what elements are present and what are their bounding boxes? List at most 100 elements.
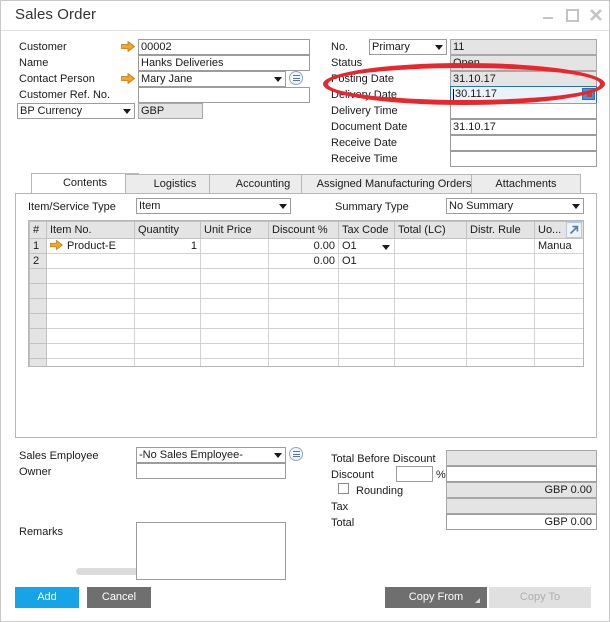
sales-employee-select[interactable]: -No Sales Employee- — [136, 447, 286, 463]
table-row-empty[interactable] — [30, 314, 584, 329]
document-date-field[interactable]: 31.10.17 — [450, 119, 597, 135]
sales-employee-label: Sales Employee — [19, 449, 99, 463]
delivery-time-label: Delivery Time — [331, 104, 398, 118]
cell-uom[interactable] — [535, 254, 584, 269]
owner-field[interactable] — [136, 463, 286, 479]
receive-time-label: Receive Time — [331, 152, 398, 166]
rounding-checkbox[interactable] — [338, 483, 349, 494]
copy-to-button: Copy To — [489, 587, 591, 608]
col-unit-price[interactable]: Unit Price — [201, 222, 269, 239]
cell-distr-rule[interactable] — [467, 239, 535, 254]
item-service-type-label: Item/Service Type — [28, 200, 116, 214]
sales-employee-value: -No Sales Employee- — [139, 449, 243, 461]
discount-label: Discount — [331, 468, 374, 482]
table-row-empty[interactable] — [30, 299, 584, 314]
tax-field — [446, 498, 597, 514]
no-label: No. — [331, 40, 348, 54]
summary-type-select[interactable]: No Summary — [446, 198, 584, 214]
remarks-textarea[interactable] — [136, 522, 286, 580]
rounding-label: Rounding — [356, 484, 403, 498]
cell-tax-code-text: O1 — [342, 240, 357, 252]
tax-label: Tax — [331, 500, 348, 514]
cell-tax-code[interactable]: O1 — [339, 254, 395, 269]
table-row-empty[interactable] — [30, 344, 584, 359]
customer-link-arrow-icon[interactable] — [121, 41, 135, 52]
delivery-date-field[interactable]: 30.11.17 — [450, 86, 597, 104]
bp-currency-label: BP Currency — [20, 105, 82, 117]
customer-field[interactable]: 00002 — [138, 39, 310, 55]
table-row[interactable]: 2 0.00 O1 — [30, 254, 584, 269]
name-field[interactable]: Hanks Deliveries — [138, 55, 310, 71]
status-field: Open — [450, 55, 597, 71]
contact-person-link-arrow-icon[interactable] — [121, 73, 135, 84]
page-title: Sales Order — [15, 6, 96, 23]
chevron-down-icon — [123, 109, 131, 114]
delivery-date-label: Delivery Date — [331, 88, 397, 102]
item-link-arrow-icon[interactable] — [50, 240, 63, 253]
chevron-down-icon — [435, 45, 443, 50]
no-series-value: Primary — [372, 41, 410, 53]
summary-type-label: Summary Type — [335, 200, 409, 214]
maximize-icon[interactable] — [563, 6, 581, 24]
col-distr-rule[interactable]: Distr. Rule — [467, 222, 535, 239]
table-header-row: # Item No. Quantity Unit Price Discount … — [30, 222, 584, 239]
cell-uom[interactable]: Manua — [535, 239, 584, 254]
cell-unit-price[interactable] — [201, 239, 269, 254]
receive-time-field[interactable] — [450, 151, 597, 167]
line-items-grid[interactable]: # Item No. Quantity Unit Price Discount … — [28, 220, 584, 367]
col-quantity[interactable]: Quantity — [135, 222, 201, 239]
tab-attachments[interactable]: Attachments — [471, 174, 581, 193]
cell-total-lc[interactable] — [395, 239, 467, 254]
rounding-field: GBP 0.00 — [446, 482, 597, 498]
item-service-type-select[interactable]: Item — [136, 198, 291, 214]
cell-item-no[interactable]: Product-E — [47, 239, 135, 254]
contact-person-select[interactable]: Mary Jane — [138, 71, 286, 87]
col-total-lc[interactable]: Total (LC) — [395, 222, 467, 239]
cell-unit-price[interactable] — [201, 254, 269, 269]
chevron-down-icon — [279, 204, 287, 209]
contact-person-value: Mary Jane — [141, 73, 192, 85]
discount-amount-field[interactable] — [446, 466, 597, 482]
cell-quantity[interactable]: 1 — [135, 239, 201, 254]
bp-currency-select[interactable]: BP Currency — [17, 103, 135, 119]
close-icon[interactable] — [587, 6, 605, 24]
table-row-empty[interactable] — [30, 284, 584, 299]
table-row-empty[interactable] — [30, 329, 584, 344]
table-row-empty[interactable] — [30, 359, 584, 368]
cell-tax-code[interactable]: O1 — [339, 239, 395, 254]
discount-percent-field[interactable] — [396, 466, 433, 482]
document-date-label: Document Date — [331, 120, 407, 134]
cell-quantity[interactable] — [135, 254, 201, 269]
cancel-button[interactable]: Cancel — [87, 587, 151, 608]
col-tax-code[interactable]: Tax Code — [339, 222, 395, 239]
col-discount-pct[interactable]: Discount % — [269, 222, 339, 239]
contents-tab-panel: Item/Service Type Item Summary Type No S… — [15, 193, 597, 438]
receive-date-field[interactable] — [450, 135, 597, 151]
cell-item-no[interactable] — [47, 254, 135, 269]
copy-from-button[interactable]: Copy From — [385, 587, 487, 608]
customer-ref-no-field[interactable] — [138, 87, 310, 103]
col-index[interactable]: # — [30, 222, 47, 239]
col-item-no[interactable]: Item No. — [47, 222, 135, 239]
name-label: Name — [19, 56, 48, 70]
tab-assigned-manufacturing-orders[interactable]: Assigned Manufacturing Orders — [301, 174, 487, 193]
bp-currency-value: GBP — [138, 103, 203, 119]
cell-discount-pct[interactable]: 0.00 — [269, 254, 339, 269]
cell-total-lc[interactable] — [395, 254, 467, 269]
total-field: GBP 0.00 — [446, 514, 597, 530]
contact-person-list-button[interactable] — [289, 71, 303, 85]
calendar-icon[interactable] — [582, 88, 595, 100]
minimize-icon[interactable] — [539, 6, 557, 24]
table-row-empty[interactable] — [30, 269, 584, 284]
add-button[interactable]: Add — [15, 587, 79, 608]
tab-contents[interactable]: Contents — [31, 173, 139, 193]
delivery-time-field[interactable] — [450, 103, 597, 119]
expand-grid-icon[interactable] — [566, 222, 582, 238]
customer-ref-no-label: Customer Ref. No. — [19, 88, 110, 102]
cell-distr-rule[interactable] — [467, 254, 535, 269]
cell-discount-pct[interactable]: 0.00 — [269, 239, 339, 254]
table-row[interactable]: 1 Product-E 1 0.00 O1 — [30, 239, 584, 254]
sales-employee-list-button[interactable] — [289, 447, 303, 461]
no-series-select[interactable]: Primary — [369, 39, 447, 55]
tab-bar: Contents Logistics Accounting Assigned M… — [15, 174, 597, 193]
